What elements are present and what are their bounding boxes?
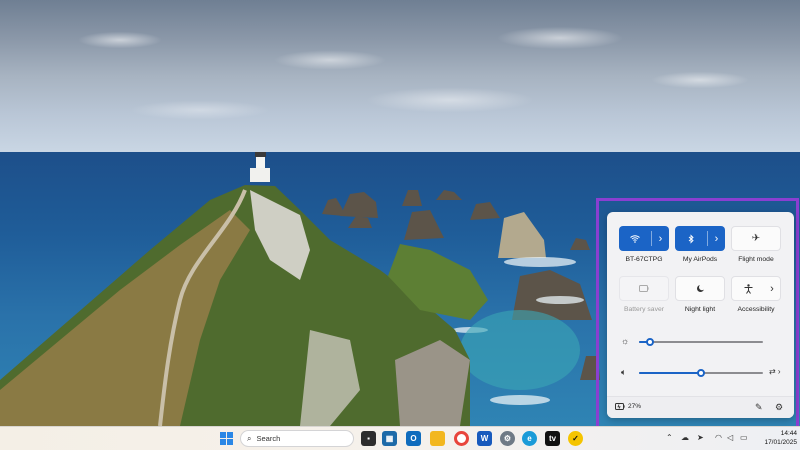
speaker-icon[interactable]: 🔈︎ (621, 367, 626, 378)
settings-icon[interactable]: ⚙ (500, 431, 515, 446)
accessibility-icon[interactable] (732, 277, 764, 300)
clock-time: 14:44 (780, 430, 797, 437)
edit-pencil-icon[interactable]: ✎ (755, 402, 763, 413)
flight-mode-label: Flight mode (738, 256, 774, 263)
outlook-icon[interactable]: O (406, 431, 421, 446)
quick-settings-footer: 27% ✎ ⚙ (607, 396, 794, 418)
battery-saver-label: Battery saver (623, 306, 665, 313)
accessibility-expand-chevron-icon[interactable]: › (764, 277, 780, 300)
bluetooth-device-label: My AirPods (682, 256, 718, 263)
taskbar: ⌕ Search ▪ ▦ O W ⚙ e tv ✓ ⌃ ☁ ➤ ◠ ◁ ▭ 14… (0, 426, 800, 450)
wifi-tile[interactable]: › (619, 226, 669, 251)
brightness-slider-thumb[interactable] (646, 338, 654, 346)
tray-volume-icon[interactable]: ◁ (727, 433, 733, 442)
audio-output-select-icon[interactable]: ⇄ › (769, 367, 781, 376)
taskbar-search-box[interactable]: ⌕ Search (240, 430, 354, 447)
clock-date: 17/01/2025 (764, 439, 797, 446)
search-placeholder: Search (256, 434, 281, 443)
wifi-icon[interactable] (619, 226, 651, 251)
night-light-icon (676, 277, 724, 300)
tray-wifi-icon[interactable]: ◠ (715, 433, 722, 442)
taskbar-clock[interactable]: 14:44 17/01/2025 (757, 429, 797, 447)
battery-saver-tile[interactable] (619, 276, 669, 301)
flight-mode-tile[interactable]: ✈ (731, 226, 781, 251)
battery-charging-icon (615, 403, 625, 410)
norton-icon[interactable]: ✓ (568, 431, 583, 446)
wifi-network-label: BT-67CTPG (625, 256, 663, 263)
store-icon[interactable]: ▦ (382, 431, 397, 446)
battery-percentage: 27% (628, 403, 642, 410)
file-explorer-icon[interactable] (430, 431, 445, 446)
accessibility-label: Accessibility (737, 306, 775, 313)
start-button[interactable] (220, 432, 233, 445)
file-manager-icon[interactable]: ▪ (361, 431, 376, 446)
night-light-tile[interactable] (675, 276, 725, 301)
brightness-slider[interactable]: ☼ (621, 336, 781, 348)
quick-settings-panel: › BT-67CTPG › My AirPods ✈ Flight mode B… (607, 212, 794, 418)
airplane-icon: ✈ (751, 233, 761, 244)
accessibility-tile[interactable]: › (731, 276, 781, 301)
volume-slider-thumb[interactable] (697, 369, 705, 377)
bluetooth-icon[interactable] (675, 226, 707, 251)
battery-saver-icon (620, 277, 668, 300)
bluetooth-expand-chevron-icon[interactable]: › (708, 226, 725, 251)
search-icon: ⌕ (247, 433, 252, 443)
settings-gear-icon[interactable]: ⚙ (775, 402, 783, 413)
edge-icon[interactable]: e (522, 431, 537, 446)
onedrive-cloud-icon[interactable]: ☁ (681, 433, 689, 442)
volume-slider[interactable]: 🔈︎ ⇄ › (621, 367, 781, 379)
battery-status[interactable]: 27% (615, 403, 641, 410)
brightness-icon: ☼ (621, 336, 630, 346)
night-light-label: Night light (684, 306, 716, 313)
wifi-expand-chevron-icon[interactable]: › (652, 226, 669, 251)
chrome-icon[interactable] (454, 431, 469, 446)
apple-tv-icon[interactable]: tv (545, 431, 560, 446)
bluetooth-tile[interactable]: › (675, 226, 725, 251)
show-hidden-icons-chevron-icon[interactable]: ⌃ (666, 433, 673, 442)
location-arrow-icon[interactable]: ➤ (697, 433, 704, 442)
word-icon[interactable]: W (477, 431, 492, 446)
tray-battery-icon[interactable]: ▭ (740, 433, 748, 442)
